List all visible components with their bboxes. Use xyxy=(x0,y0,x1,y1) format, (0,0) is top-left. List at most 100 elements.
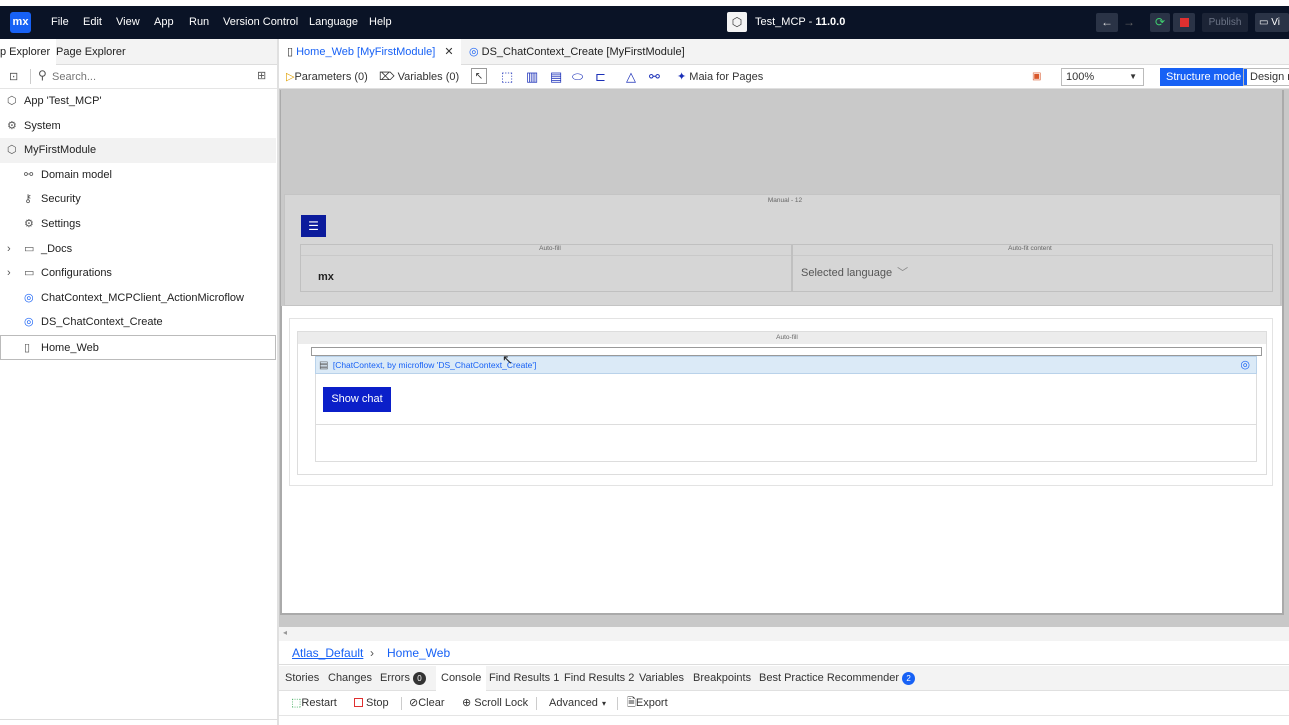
stop-icon xyxy=(354,698,363,707)
export-button[interactable]: 🗎Export xyxy=(627,691,668,715)
chevron-down-icon: ﹀ xyxy=(897,267,909,279)
tag-icon: ⌦ xyxy=(379,71,398,83)
layout-grid-icon[interactable]: ▥ xyxy=(526,70,538,84)
app-icon: ⬡ xyxy=(7,95,17,107)
menu-app[interactable]: App xyxy=(154,6,174,39)
security-icon: ⚷ xyxy=(24,193,33,206)
variables-button[interactable]: ⌦ Variables (0) xyxy=(379,65,459,89)
chevron-right-icon[interactable]: › xyxy=(7,261,11,286)
stop-icon[interactable] xyxy=(1173,13,1195,32)
tab-breakpoints[interactable]: Breakpoints xyxy=(693,666,751,691)
tab-errors[interactable]: Errors 0 xyxy=(380,666,427,691)
breadcrumb-page[interactable]: Home_Web xyxy=(387,641,450,665)
editor-tabs: ▯ Home_Web [MyFirstModule] ✕ ◎ DS_ChatCo… xyxy=(279,39,1289,65)
forward-arrow-icon[interactable]: → xyxy=(1120,13,1138,32)
tree-item-home-web[interactable]: ▯ Home_Web xyxy=(0,334,276,360)
explorer-search-input[interactable] xyxy=(52,69,242,85)
hamburger-menu-icon[interactable]: ☰ xyxy=(301,215,326,237)
tree-item-action-microflow[interactable]: ◎ ChatContext_MCPClient_ActionMicroflow xyxy=(0,286,276,311)
menu-view[interactable]: View xyxy=(116,6,140,39)
left-panel-tabs: p Explorer Page Explorer xyxy=(0,39,278,65)
warning-icon[interactable]: △ xyxy=(626,70,636,84)
publish-button[interactable]: Publish xyxy=(1202,13,1248,32)
tree-item-domain-model[interactable]: ⚯ Domain model xyxy=(0,163,276,188)
tree-item-settings[interactable]: ⚙ Settings xyxy=(0,212,276,237)
tab-home-web[interactable]: ▯ Home_Web [MyFirstModule] ✕ xyxy=(279,39,461,65)
back-arrow-icon[interactable]: ← xyxy=(1096,13,1118,32)
tree-item-configurations[interactable]: › ▭ Configurations xyxy=(0,261,276,286)
recommender-count-badge: 2 xyxy=(902,671,916,685)
filter-icon[interactable]: ⊞ xyxy=(257,69,266,82)
tab-page-explorer[interactable]: Page Explorer xyxy=(50,39,132,65)
advanced-dropdown[interactable]: Advanced ▾ xyxy=(549,691,606,715)
chevron-right-icon[interactable]: › xyxy=(7,237,11,262)
design-mode-button[interactable]: Design m xyxy=(1243,68,1289,86)
menu-help[interactable]: Help xyxy=(369,6,392,39)
folder-icon: ▭ xyxy=(24,267,35,280)
run-locally-icon[interactable]: ⟳ xyxy=(1150,13,1170,32)
bottom-panel-tabs: Stories Changes Errors 0 Console Find Re… xyxy=(279,666,1289,691)
collapse-all-icon[interactable]: ⊡ xyxy=(9,70,18,83)
menu-version-control[interactable]: Version Control xyxy=(223,6,298,39)
menu-language[interactable]: Language xyxy=(309,6,358,39)
tab-find-results-1[interactable]: Find Results 1 xyxy=(489,666,559,691)
microflow-icon[interactable]: ◎ xyxy=(1240,357,1250,373)
mendix-logo: mx xyxy=(10,12,31,33)
maia-for-pages-button[interactable]: ✦ Maia for Pages xyxy=(677,65,763,89)
monitor-icon: ▭ xyxy=(1259,17,1272,28)
clear-button[interactable]: ⊘Clear xyxy=(409,691,445,715)
dataview-body[interactable] xyxy=(315,374,1257,462)
logo-image[interactable]: mx xyxy=(318,271,334,283)
show-chat-button[interactable]: Show chat xyxy=(323,387,391,412)
dataview-icon[interactable]: ▤ xyxy=(550,70,562,84)
horizontal-scrollbar[interactable]: ◂ xyxy=(279,627,1289,641)
empty-container[interactable] xyxy=(311,347,1262,356)
tab-changes[interactable]: Changes xyxy=(328,666,372,691)
parameters-button[interactable]: ▷Parameters (0) xyxy=(286,65,368,89)
tab-ds-chatcontext-create[interactable]: ◎ DS_ChatContext_Create [MyFirstModule] xyxy=(461,39,693,65)
tab-app-explorer[interactable]: p Explorer xyxy=(0,39,57,65)
restart-icon: ⬚ xyxy=(291,697,302,709)
hierarchy-icon[interactable]: ⚯ xyxy=(649,70,660,84)
menu-edit[interactable]: Edit xyxy=(83,6,102,39)
language-selector[interactable]: Selected language ﹀ xyxy=(801,264,908,280)
structure-mode-button[interactable]: Structure mode xyxy=(1160,68,1248,86)
select-pointer-icon[interactable]: ↖ xyxy=(471,68,487,84)
close-icon[interactable]: ✕ xyxy=(444,46,453,58)
tree-item-system[interactable]: ⚙ System xyxy=(0,114,276,139)
layout-label: Manual - 12 xyxy=(767,197,803,204)
tab-console[interactable]: Console xyxy=(436,666,487,691)
view-app-button[interactable]: ▭ Vi xyxy=(1255,13,1289,32)
scroll-lock-button[interactable]: ⊕ Scroll Lock xyxy=(462,691,528,715)
breadcrumb-layout-link[interactable]: Atlas_Default xyxy=(292,641,363,665)
caret-down-icon: ▾ xyxy=(601,699,606,708)
tab-find-results-2[interactable]: Find Results 2 xyxy=(564,666,634,691)
stop-button[interactable]: Stop xyxy=(354,691,389,715)
tree-item-docs[interactable]: › ▭ _Docs xyxy=(0,237,276,262)
window-title: Test_MCP - 11.0.0 xyxy=(755,16,846,28)
zoom-select[interactable]: 100% ▼ xyxy=(1061,68,1144,86)
dataview-header[interactable]: ▤ [ChatContext, by microflow 'DS_ChatCon… xyxy=(315,356,1257,374)
button-widget-icon[interactable]: ⬭ xyxy=(572,70,583,84)
tab-best-practice-recommender[interactable]: Best Practice Recommender 2 xyxy=(759,666,916,691)
menu-file[interactable]: File xyxy=(51,6,69,39)
microflow-icon: ◎ xyxy=(24,316,34,329)
page-icon: ▯ xyxy=(24,341,31,354)
restart-button[interactable]: ⬚Restart xyxy=(291,691,337,715)
menu-run[interactable]: Run xyxy=(189,6,209,39)
mouse-cursor-icon: ↖ xyxy=(502,352,513,367)
tab-variables[interactable]: Variables xyxy=(639,666,684,691)
select-container-icon[interactable]: ⬚ xyxy=(501,70,513,84)
tree-item-myfirstmodule[interactable]: ⬡ MyFirstModule xyxy=(0,138,276,163)
css-icon[interactable]: ▣ xyxy=(1032,70,1041,84)
tree-item-security[interactable]: ⚷ Security xyxy=(0,187,276,212)
breadcrumb-separator-icon: › xyxy=(370,646,374,660)
input-widget-icon[interactable]: ⊏ xyxy=(595,70,606,84)
errors-count-badge: 0 xyxy=(413,671,427,685)
scroll-left-icon[interactable]: ◂ xyxy=(283,628,287,637)
tab-stories[interactable]: Stories xyxy=(285,666,319,691)
console-output-header xyxy=(279,715,1289,725)
explorer-search-bar: ⊡ ⚲ ⊞ xyxy=(0,65,278,89)
tree-item-ds-chatcontext-create[interactable]: ◎ DS_ChatContext_Create xyxy=(0,310,276,335)
tree-item-app[interactable]: ⬡ App 'Test_MCP' xyxy=(0,89,276,114)
